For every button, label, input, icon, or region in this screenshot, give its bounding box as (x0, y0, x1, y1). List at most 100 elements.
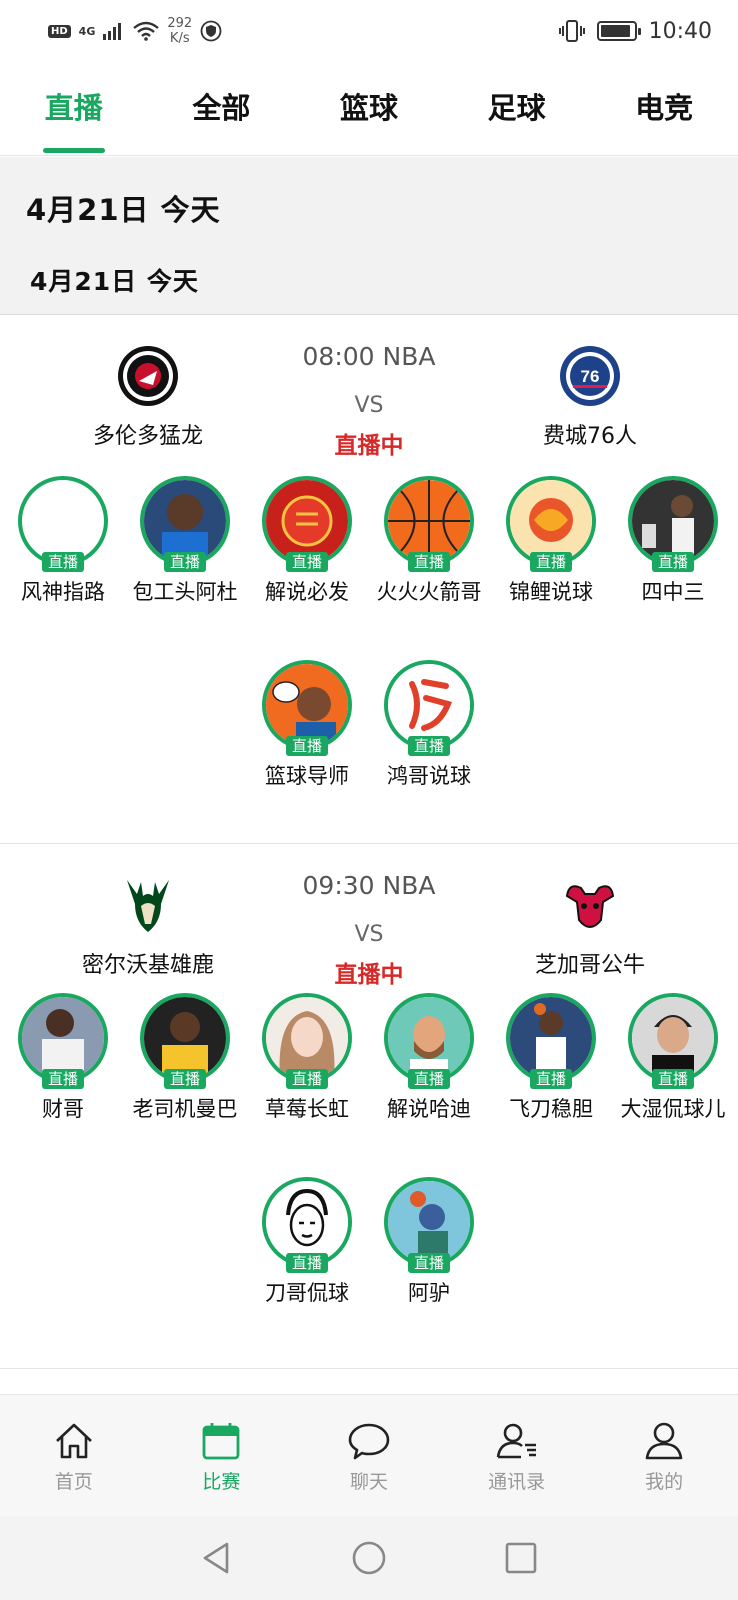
streamer-name: 篮球导师 (265, 764, 349, 788)
live-tag: 直播 (41, 552, 85, 572)
live-status: 直播中 (334, 962, 404, 988)
home-icon (55, 1423, 92, 1459)
home-circle-icon[interactable] (351, 1540, 387, 1576)
streamer-item[interactable]: 直播 四中三 (612, 476, 734, 606)
back-icon[interactable] (199, 1540, 235, 1576)
streamer-item[interactable]: 直播 大湿侃球儿 (612, 993, 734, 1123)
home-team[interactable]: 密尔沃基雄鹿 (48, 873, 248, 979)
live-tag: 直播 (285, 1253, 329, 1273)
vs-label: VS (354, 922, 384, 947)
streamer-name: 财哥 (42, 1097, 84, 1121)
bucks-logo-icon (116, 873, 180, 937)
tab-all[interactable]: 全部 (148, 62, 296, 155)
streamer-item[interactable]: 直播 火火火箭哥 (368, 476, 490, 606)
streamer-name: 包工头阿杜 (132, 580, 238, 604)
match-info: 09:30 NBA VS 直播中 (244, 871, 494, 989)
wifi-icon (133, 21, 160, 41)
live-tag: 直播 (651, 1069, 695, 1089)
76ers-logo-icon: 76 (558, 344, 622, 408)
streamer-name: 解说哈迪 (387, 1097, 471, 1121)
streamer-name: 锦鲤说球 (509, 580, 593, 604)
match-info: 08:00 NBA VS 直播中 (244, 342, 494, 460)
match-card[interactable]: 密尔沃基雄鹿 09:30 NBA VS 直播中 芝加哥公牛 直播 财哥 直播 老… (0, 845, 738, 1369)
bulls-logo-icon (558, 873, 622, 937)
streamer-name: 鸿哥说球 (387, 764, 471, 788)
net-speed-value: 292 (167, 16, 193, 31)
live-tag: 直播 (651, 552, 695, 572)
streamer-item[interactable]: 直播 飞刀稳胆 (490, 993, 612, 1123)
match-time-league: 08:00 NBA (302, 342, 436, 371)
streamer-name: 大湿侃球儿 (620, 1097, 726, 1121)
away-team[interactable]: 芝加哥公牛 (490, 873, 690, 979)
live-status: 直播中 (334, 433, 404, 459)
tab-football[interactable]: 足球 (443, 62, 591, 155)
streamer-item[interactable]: 直播 风神指路 (2, 476, 124, 606)
away-team-name: 芝加哥公牛 (534, 953, 645, 978)
bottom-nav: 首页 比赛 聊天 通讯录 我的 (0, 1394, 738, 1516)
away-team-name: 费城76人 (543, 424, 637, 449)
nav-home[interactable]: 首页 (0, 1395, 148, 1516)
category-tabs: 直播 全部 篮球 足球 电竞 (0, 62, 738, 156)
streamer-name: 解说必发 (265, 580, 349, 604)
date-header: 4月21日 今天 (26, 193, 221, 227)
raptors-logo-icon (116, 344, 180, 408)
streamer-item[interactable]: 直播 草莓长虹 (246, 993, 368, 1123)
tab-esports[interactable]: 电竞 (590, 62, 738, 155)
streamer-name: 阿驴 (408, 1281, 450, 1305)
chat-icon (348, 1423, 390, 1460)
live-tag: 直播 (407, 736, 451, 756)
streamer-item[interactable]: 直播 老司机曼巴 (124, 993, 246, 1123)
streamer-name: 风神指路 (21, 580, 105, 604)
nav-matches-label: 比赛 (202, 1471, 241, 1493)
nav-matches[interactable]: 比赛 (148, 1395, 296, 1516)
streamer-name: 老司机曼巴 (132, 1097, 238, 1121)
streamer-item[interactable]: 直播 包工头阿杜 (124, 476, 246, 606)
system-nav-bar (0, 1516, 738, 1600)
nav-home-label: 首页 (54, 1471, 93, 1493)
vibrate-icon (558, 20, 585, 42)
tab-live[interactable]: 直播 (0, 62, 148, 155)
live-tag: 直播 (41, 1069, 85, 1089)
home-team[interactable]: 多伦多猛龙 (48, 344, 248, 450)
streamer-item[interactable]: 直播 锦鲤说球 (490, 476, 612, 606)
match-card[interactable]: 多伦多猛龙 08:00 NBA VS 直播中 76 费城76人 直播 风神指路 … (0, 316, 738, 844)
home-team-name: 密尔沃基雄鹿 (81, 953, 214, 978)
clock: 10:40 (648, 18, 712, 44)
streamer-name: 火火火箭哥 (376, 580, 482, 604)
live-tag: 直播 (407, 1069, 451, 1089)
live-tag: 直播 (163, 1069, 207, 1089)
vpn-shield-icon (200, 20, 222, 42)
net-speed-unit: K/s (169, 31, 190, 46)
net-speed: 292 K/s (167, 16, 192, 46)
nav-contacts-label: 通讯录 (488, 1471, 546, 1493)
streamer-name: 飞刀稳胆 (509, 1097, 593, 1121)
streamer-name: 草莓长虹 (265, 1097, 349, 1121)
streamer-name: 四中三 (641, 580, 705, 604)
live-tag: 直播 (163, 552, 207, 572)
date-subheader: 4月21日 今天 (30, 267, 199, 296)
recents-icon[interactable] (503, 1540, 539, 1576)
streamer-item[interactable]: 直播 刀哥侃球 (246, 1177, 368, 1307)
battery-icon (596, 21, 641, 41)
nav-contacts[interactable]: 通讯录 (443, 1395, 591, 1516)
date-section: 4月21日 今天 4月21日 今天 (0, 157, 738, 315)
streamer-item[interactable]: 直播 鸿哥说球 (368, 660, 490, 790)
live-tag: 直播 (529, 552, 573, 572)
signal-icon (103, 23, 122, 40)
streamer-item[interactable]: 直播 解说哈迪 (368, 993, 490, 1123)
live-tag: 直播 (529, 1069, 573, 1089)
nav-chat-label: 聊天 (349, 1471, 388, 1493)
tab-basketball[interactable]: 篮球 (295, 62, 443, 155)
streamer-item[interactable]: 直播 解说必发 (246, 476, 368, 606)
nav-chat[interactable]: 聊天 (295, 1395, 443, 1516)
network-type: 4G (78, 24, 96, 38)
streamer-item[interactable]: 直播 财哥 (2, 993, 124, 1123)
nav-profile-label: 我的 (645, 1471, 684, 1493)
nav-profile[interactable]: 我的 (590, 1395, 738, 1516)
live-tag: 直播 (285, 552, 329, 572)
streamer-item[interactable]: 直播 篮球导师 (246, 660, 368, 790)
streamer-name: 刀哥侃球 (265, 1281, 349, 1305)
away-team[interactable]: 76 费城76人 (490, 344, 690, 450)
streamer-item[interactable]: 直播 阿驴 (368, 1177, 490, 1307)
status-bar: HD 4G 292 K/s 10:40 (0, 0, 738, 62)
